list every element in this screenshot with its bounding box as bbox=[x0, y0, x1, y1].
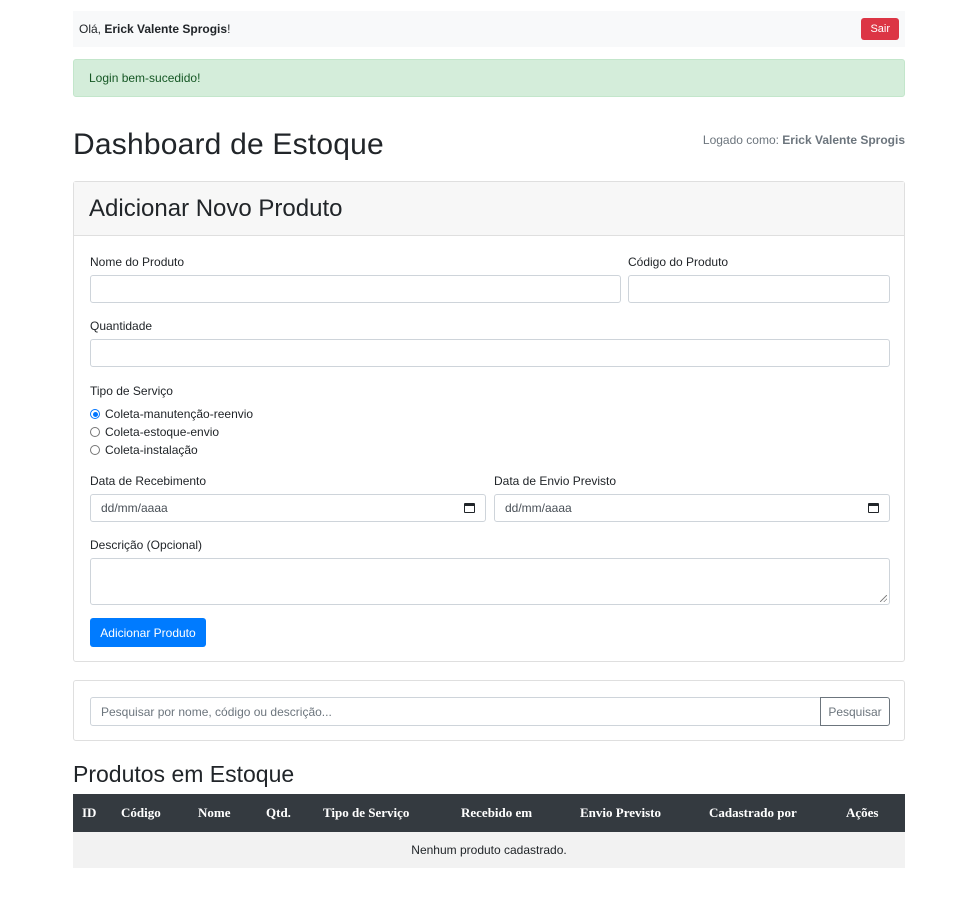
service-option-manutencao[interactable]: Coleta-manutenção-reenvio bbox=[90, 407, 253, 421]
empty-message: Nenhum produto cadastrado. bbox=[411, 843, 567, 857]
column-header-code: Código bbox=[121, 805, 161, 820]
product-name-input[interactable] bbox=[90, 275, 621, 303]
column-header-service-type: Tipo de Serviço bbox=[323, 805, 410, 820]
service-option-instalacao[interactable]: Coleta-instalação bbox=[90, 443, 198, 457]
product-code-label: Código do Produto bbox=[628, 255, 729, 269]
received-date-input[interactable]: dd/mm/aaaa bbox=[90, 494, 486, 522]
description-textarea[interactable] bbox=[90, 558, 890, 605]
add-product-card-header: Adicionar Novo Produto bbox=[74, 182, 904, 236]
search-button[interactable]: Pesquisar bbox=[820, 697, 890, 726]
search-placeholder: Pesquisar por nome, código ou descrição.… bbox=[101, 704, 332, 719]
calendar-icon[interactable] bbox=[868, 503, 879, 513]
column-header-qty: Qtd. bbox=[266, 805, 291, 820]
greeting-suffix: ! bbox=[227, 22, 231, 36]
top-bar: Olá, Erick Valente Sprogis! Sair bbox=[73, 11, 905, 47]
logged-user: Erick Valente Sprogis bbox=[782, 133, 905, 147]
quantity-label: Quantidade bbox=[90, 319, 153, 333]
success-alert: Login bem-sucedido! bbox=[73, 59, 905, 97]
page: Olá, Erick Valente Sprogis! Sair Login b… bbox=[0, 0, 959, 897]
product-name-label: Nome do Produto bbox=[90, 255, 185, 269]
logout-button[interactable]: Sair bbox=[861, 18, 899, 40]
column-header-ship-date: Envio Previsto bbox=[580, 805, 662, 820]
calendar-icon[interactable] bbox=[464, 503, 475, 513]
ship-date-input[interactable]: dd/mm/aaaa bbox=[494, 494, 890, 522]
service-option-label: Coleta-estoque-envio bbox=[105, 425, 220, 439]
column-header-id: ID bbox=[82, 805, 97, 820]
greeting-prefix: Olá, bbox=[79, 22, 105, 36]
table-empty-row: Nenhum produto cadastrado. bbox=[73, 832, 905, 868]
radio-selected-icon[interactable] bbox=[90, 409, 100, 419]
radio-unselected-icon[interactable] bbox=[90, 445, 100, 455]
title-row: Dashboard de Estoque Logado como: Erick … bbox=[73, 128, 905, 162]
search-card: Pesquisar por nome, código ou descrição.… bbox=[73, 680, 905, 741]
logged-prefix: Logado como: bbox=[702, 133, 783, 147]
service-option-estoque[interactable]: Coleta-estoque-envio bbox=[90, 425, 219, 439]
table-header: ID Código Nome Qtd. Tipo de Serviço Rece… bbox=[73, 794, 905, 832]
service-option-label: Coleta-instalação bbox=[105, 443, 198, 457]
quantity-input[interactable] bbox=[90, 339, 890, 367]
greeting-user-name: Erick Valente Sprogis bbox=[104, 22, 228, 36]
products-section-title: Produtos em Estoque bbox=[73, 761, 295, 787]
description-label: Descrição (Opcional) bbox=[90, 538, 203, 552]
column-header-actions: Ações bbox=[846, 805, 879, 820]
ship-date-placeholder: dd/mm/aaaa bbox=[505, 501, 572, 515]
search-input[interactable]: Pesquisar por nome, código ou descrição.… bbox=[90, 697, 821, 726]
received-date-label: Data de Recebimento bbox=[90, 474, 207, 488]
products-table: ID Código Nome Qtd. Tipo de Serviço Rece… bbox=[73, 794, 905, 868]
add-product-button[interactable]: Adicionar Produto bbox=[90, 618, 206, 647]
column-header-name: Nome bbox=[198, 805, 231, 820]
product-code-input[interactable] bbox=[628, 275, 890, 303]
alert-message: Login bem-sucedido! bbox=[89, 71, 201, 85]
logged-in-as: Logado como: Erick Valente Sprogis bbox=[703, 133, 905, 147]
greeting: Olá, Erick Valente Sprogis! bbox=[79, 22, 230, 36]
column-header-received: Recebido em bbox=[461, 805, 533, 820]
add-product-card: Adicionar Novo Produto Nome do Produto C… bbox=[73, 181, 905, 662]
resize-handle-icon[interactable] bbox=[880, 595, 887, 602]
service-option-label: Coleta-manutenção-reenvio bbox=[105, 407, 254, 421]
service-type-label: Tipo de Serviço bbox=[90, 384, 173, 398]
add-product-title: Adicionar Novo Produto bbox=[89, 194, 343, 222]
radio-unselected-icon[interactable] bbox=[90, 427, 100, 437]
column-header-registered-by: Cadastrado por bbox=[709, 805, 797, 820]
ship-date-label: Data de Envio Previsto bbox=[494, 474, 617, 488]
received-date-placeholder: dd/mm/aaaa bbox=[101, 501, 168, 515]
